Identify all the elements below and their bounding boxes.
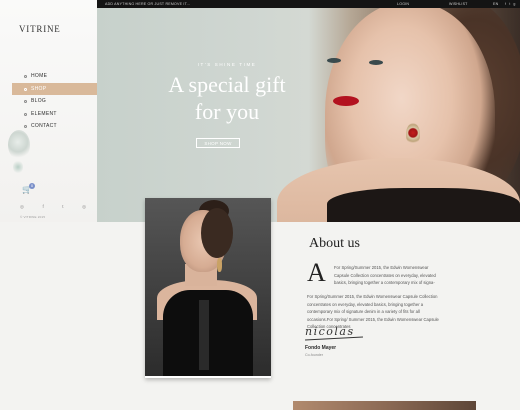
decorative-jewel-image: [8, 130, 30, 160]
hero-model-image: [327, 188, 520, 222]
dribbble-icon[interactable]: ◎: [82, 204, 86, 210]
hero-title-line: A special gift: [168, 72, 286, 97]
instagram-icon[interactable]: ◎: [20, 204, 24, 210]
bullet-icon: [24, 100, 27, 103]
google-icon[interactable]: g: [513, 2, 515, 6]
language-select[interactable]: EN: [493, 2, 498, 6]
signature: nicolas: [305, 325, 355, 338]
sidebar-social-links: ◎ f t ◎: [20, 204, 86, 210]
shop-now-button[interactable]: SHOP NOW: [196, 138, 240, 148]
bullet-icon: [24, 125, 27, 128]
copyright: © VITRINE 2015: [20, 215, 46, 219]
top-notice: ADD ANYTHING HERE OR JUST REMOVE IT...: [105, 2, 191, 6]
nav-label: BLOG: [31, 98, 47, 105]
twitter-icon[interactable]: t: [62, 204, 63, 210]
facebook-icon[interactable]: f: [505, 2, 506, 6]
nav-item-shop[interactable]: SHOP: [12, 82, 97, 95]
bullet-icon: [24, 75, 27, 78]
hero-earring-image: [406, 123, 420, 145]
about-title: About us: [309, 236, 360, 251]
hero-banner: IT'S SHINE TIME A special gift for you S…: [97, 8, 520, 222]
nav-label: ELEMENT: [31, 110, 57, 117]
author-role: Co-founder: [305, 353, 323, 357]
hero-kicker: IT'S SHINE TIME: [197, 62, 257, 67]
nav-label: CONTACT: [31, 123, 57, 130]
nav-item-contact[interactable]: CONTACT: [12, 120, 97, 133]
nav-item-element[interactable]: ELEMENT: [12, 108, 97, 121]
hero-title: A special gift for you: [97, 71, 357, 125]
site-logo[interactable]: VITRINE: [19, 24, 61, 34]
top-bar: ADD ANYTHING HERE OR JUST REMOVE IT... L…: [97, 0, 520, 8]
about-paragraph: For Spring/Summer 2015, the Edwin Womens…: [334, 265, 436, 285]
sidebar-nav: HOME SHOP BLOG ELEMENT CONTACT: [12, 70, 97, 133]
earring-image: [217, 258, 222, 272]
decorative-jewel-image: [13, 160, 23, 174]
facebook-icon[interactable]: f: [42, 204, 43, 210]
cart-count-badge: 0: [29, 183, 35, 189]
wishlist-link[interactable]: WISHLIST: [449, 2, 468, 6]
bullet-icon: [24, 112, 27, 116]
login-link[interactable]: LOGIN: [397, 2, 409, 6]
about-photo: [145, 198, 271, 378]
author-name: Fondo Mayer: [305, 345, 337, 351]
nav-item-home[interactable]: HOME: [12, 70, 97, 83]
twitter-icon[interactable]: t: [509, 2, 510, 6]
next-section-image: [293, 401, 476, 410]
nav-item-blog[interactable]: BLOG: [12, 95, 97, 108]
nav-label: HOME: [31, 73, 48, 80]
nav-label: SHOP: [31, 85, 47, 92]
sidebar: VITRINE HOME SHOP BLOG ELEMENT CONTACT 🛒…: [0, 0, 97, 222]
hero-title-line: for you: [194, 99, 260, 124]
hero-model-image: [369, 60, 383, 65]
bullet-icon: [24, 87, 27, 91]
drop-cap: A: [307, 258, 326, 287]
top-social-links: f t g: [505, 2, 516, 6]
